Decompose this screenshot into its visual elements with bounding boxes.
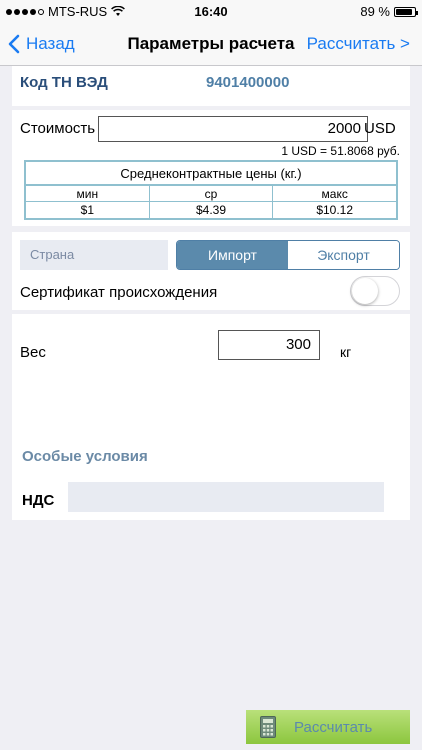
calculate-button[interactable]: Рассчитать [246, 710, 410, 744]
status-time: 16:40 [194, 4, 228, 19]
code-label: Код ТН ВЭД [20, 74, 108, 91]
weight-card: Вес 300 кг Особые условия НДС [12, 314, 410, 520]
status-bar: MTS-RUS 16:40 89 % [0, 0, 422, 22]
prices-value-min: $1 [26, 202, 150, 218]
prices-header-row: мин ср макс [26, 186, 396, 202]
battery-info: 89 % [360, 4, 418, 19]
prices-header-avg: ср [150, 186, 274, 201]
prices-value-max: $10.12 [316, 203, 354, 217]
import-segment[interactable]: Импорт [177, 241, 288, 269]
country-card: Страна Импорт Экспорт Сертификат происхо… [12, 232, 410, 310]
average-prices-table: Среднеконтрактные цены (кг.) мин ср макс… [24, 160, 398, 220]
chevron-left-icon [8, 34, 20, 54]
weight-unit: кг [340, 344, 352, 360]
calculate-nav-button[interactable]: Рассчитать > [307, 22, 410, 66]
vat-label: НДС [22, 492, 55, 509]
cost-card: Стоимость 2000 USD 1 USD = 51.8068 руб. … [12, 110, 410, 226]
cost-currency: USD [364, 120, 396, 137]
back-button[interactable]: Назад [8, 22, 75, 66]
prices-title: Среднеконтрактные цены (кг.) [26, 162, 396, 186]
export-segment[interactable]: Экспорт [288, 241, 399, 269]
prices-value-avg: $4.39 [150, 202, 274, 218]
special-conditions-title: Особые условия [22, 448, 148, 465]
vat-field[interactable] [68, 482, 384, 512]
prices-header-max: макс [321, 187, 348, 201]
battery-icon [394, 6, 418, 17]
cost-input[interactable]: 2000 [98, 116, 368, 142]
calculate-button-label: Рассчитать [294, 718, 373, 736]
country-field[interactable]: Страна [20, 240, 168, 270]
weight-input[interactable]: 300 [218, 330, 320, 360]
cost-label: Стоимость [20, 120, 96, 137]
prices-header-min: мин [26, 186, 150, 201]
back-label: Назад [26, 34, 75, 53]
navigation-bar: Назад Параметры расчета Рассчитать > [0, 22, 422, 66]
toggle-knob [352, 278, 378, 304]
certificate-toggle[interactable] [350, 276, 400, 306]
import-export-control: Импорт Экспорт [176, 240, 400, 270]
battery-percent: 89 % [360, 4, 390, 19]
code-value[interactable]: 9401400000 [206, 74, 289, 91]
calculator-icon [260, 716, 276, 738]
weight-label: Вес [20, 344, 46, 361]
code-card: Код ТН ВЭД 9401400000 [12, 66, 410, 106]
certificate-label: Сертификат происхождения [20, 284, 218, 301]
exchange-rate: 1 USD = 51.8068 руб. [281, 144, 400, 158]
prices-value-row: $1 $4.39 $10.12 [26, 202, 396, 218]
